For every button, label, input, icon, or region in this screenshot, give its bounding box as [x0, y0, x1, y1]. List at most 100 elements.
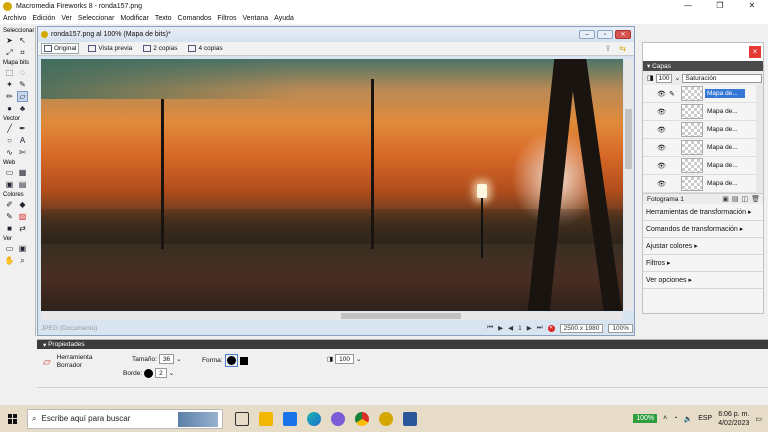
rubber-stamp-icon[interactable]: ♣	[17, 103, 28, 114]
edge-browser-icon[interactable]	[307, 411, 321, 426]
panel-adjust-colors[interactable]: Ajustar colores ▸	[643, 238, 763, 255]
eye-icon[interactable]: 👁	[657, 180, 669, 188]
horizontal-scrollbar[interactable]	[41, 312, 623, 320]
eye-icon[interactable]: 👁	[657, 144, 669, 152]
network-icon[interactable]: ◔	[673, 415, 677, 422]
restore-button[interactable]: ❐	[704, 0, 736, 12]
menu-edicion[interactable]: Edición	[32, 15, 55, 22]
square-shape-button[interactable]	[239, 356, 248, 365]
doc-restore-button[interactable]: ▫	[597, 30, 613, 39]
text-tool-icon[interactable]: A	[17, 135, 28, 146]
new-bitmap-icon[interactable]: ▤	[732, 195, 739, 203]
image-canvas[interactable]	[41, 59, 623, 311]
line-tool-icon[interactable]: ╱	[4, 123, 15, 134]
edge-dropdown-icon[interactable]: ⌄	[169, 369, 174, 377]
default-colors-icon[interactable]: ■	[4, 223, 15, 234]
file-explorer-icon[interactable]	[259, 411, 273, 426]
layers-panel-header[interactable]: ▾ Capas	[643, 61, 763, 71]
taskbar-search[interactable]: ⌕ Escribe aquí para buscar	[27, 408, 223, 429]
eye-icon[interactable]: 👁	[657, 90, 669, 98]
battery-indicator[interactable]: 100%	[633, 414, 658, 423]
panel-transform-commands[interactable]: Comandos de transformación ▸	[643, 221, 763, 238]
magic-wand-icon[interactable]: ✦	[4, 79, 15, 90]
app-icon-purple[interactable]	[331, 411, 345, 426]
panel-view-options[interactable]: Ver opciones ▸	[643, 272, 763, 289]
eye-icon[interactable]: 👁	[657, 126, 669, 134]
fireworks-taskbar-icon[interactable]	[379, 411, 393, 426]
menu-ventana[interactable]: Ventana	[242, 15, 268, 22]
standard-mode-icon[interactable]: ▭	[4, 243, 15, 254]
layer-row[interactable]: 👁 Mapa de...	[643, 103, 763, 121]
windows-start-icon[interactable]	[8, 413, 18, 424]
word-icon[interactable]	[403, 411, 417, 426]
menu-texto[interactable]: Texto	[155, 15, 172, 22]
menu-seleccionar[interactable]: Seleccionar	[78, 15, 115, 22]
tab-4-up[interactable]: 4 copias	[186, 44, 224, 53]
eye-icon[interactable]: 👁	[657, 162, 669, 170]
slice-tool-icon[interactable]: ▦	[17, 167, 28, 178]
properties-header[interactable]: ▾ Propiedades	[37, 340, 768, 349]
menu-modificar[interactable]: Modificar	[120, 15, 148, 22]
fill-color-icon[interactable]: ▨	[17, 211, 28, 222]
size-dropdown-icon[interactable]: ⌄	[176, 355, 181, 363]
minimize-button[interactable]: —	[672, 0, 704, 12]
size-field[interactable]: 36	[158, 354, 175, 364]
eyedropper-icon[interactable]: ✐	[4, 199, 15, 210]
notifications-icon[interactable]: ▭	[755, 415, 762, 423]
crop-tool-icon[interactable]: ⌗	[17, 47, 28, 58]
layer-row[interactable]: 👁 Mapa de...	[643, 175, 763, 193]
subselection-tool-icon[interactable]: ↖	[17, 35, 28, 46]
pen-tool-icon[interactable]: ✒	[17, 123, 28, 134]
tab-preview[interactable]: Vista previa	[86, 44, 134, 53]
zoom-select[interactable]: 100%	[608, 323, 633, 333]
clock[interactable]: 6:06 p. m. 4/02/2023	[718, 410, 749, 428]
vertical-scrollbar[interactable]	[624, 59, 633, 311]
pencil-tool-icon[interactable]: ✏	[4, 91, 15, 102]
menu-ver[interactable]: Ver	[61, 15, 72, 22]
opacity-field[interactable]: 100	[655, 73, 673, 83]
play-first-icon[interactable]: ⏮	[487, 324, 493, 332]
layer-row[interactable]: 👁 Mapa de...	[643, 121, 763, 139]
layer-row[interactable]: 👁 Mapa de...	[643, 157, 763, 175]
hide-slices-icon[interactable]: ▣	[4, 179, 15, 190]
stop-icon[interactable]: ✕	[547, 324, 555, 332]
blend-mode-select[interactable]: Saturación	[682, 73, 763, 83]
zoom-tool-icon[interactable]: ⌕	[17, 255, 28, 266]
layer-row[interactable]: 👁 ✎ Mapa de...	[643, 85, 763, 103]
hand-tool-icon[interactable]: ✋	[4, 255, 15, 266]
tab-original[interactable]: Original	[41, 43, 80, 54]
next-frame-icon[interactable]: ▶	[527, 324, 532, 332]
ellipse-tool-icon[interactable]: ○	[4, 135, 15, 146]
menu-comandos[interactable]: Comandos	[178, 15, 212, 22]
horizontal-scroll-thumb[interactable]	[341, 313, 461, 319]
opacity-dropdown-icon[interactable]: ⌄	[356, 355, 361, 363]
quick-export-icon[interactable]: ⇪	[605, 44, 612, 53]
tab-2-up[interactable]: 2 copias	[141, 44, 179, 53]
menu-ayuda[interactable]: Ayuda	[274, 15, 294, 22]
delete-layer-icon[interactable]: 🗑	[751, 195, 760, 203]
doc-close-button[interactable]: ✕	[615, 30, 631, 39]
language-indicator[interactable]: ESP	[698, 415, 712, 422]
panel-close-icon[interactable]: ×	[749, 46, 761, 58]
vertical-scroll-thumb[interactable]	[625, 109, 632, 169]
blur-tool-icon[interactable]: ●	[4, 103, 15, 114]
menu-filtros[interactable]: Filtros	[217, 15, 236, 22]
image-size[interactable]: 2500 x 1980	[559, 323, 604, 333]
eraser-opacity-field[interactable]: 100	[335, 354, 355, 364]
paint-bucket-icon[interactable]: ◆	[17, 199, 28, 210]
mail-icon[interactable]	[283, 411, 297, 426]
show-slices-icon[interactable]: ▤	[17, 179, 28, 190]
new-mask-icon[interactable]: ◫	[741, 195, 748, 203]
full-screen-mode-icon[interactable]: ▣	[17, 243, 28, 254]
freeform-tool-icon[interactable]: ∿	[4, 147, 15, 158]
volume-icon[interactable]: 🔈	[683, 415, 692, 423]
last-frame-icon[interactable]: ⏭	[537, 324, 543, 332]
close-button[interactable]: ✕	[736, 0, 768, 12]
eraser-tool-icon[interactable]: ▱	[17, 91, 28, 102]
panel-filters[interactable]: Filtros ▸	[643, 255, 763, 272]
prev-frame-icon[interactable]: ◀	[508, 324, 513, 332]
new-layer-icon[interactable]: ▣	[722, 195, 729, 203]
round-shape-button[interactable]	[224, 354, 238, 367]
chevron-up-icon[interactable]: ˄	[663, 415, 667, 422]
hotspot-tool-icon[interactable]: ▭	[4, 167, 15, 178]
